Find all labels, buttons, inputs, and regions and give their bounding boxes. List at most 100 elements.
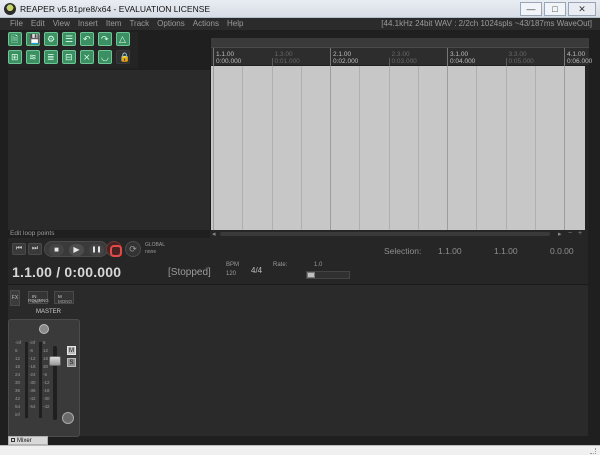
master-fx-button[interactable]: FX [10,290,20,306]
play-button[interactable]: ▶ [69,244,84,256]
menu-options[interactable]: Options [157,19,185,28]
master-fader-knob[interactable] [49,356,61,366]
time-signature[interactable]: 4/4 [251,266,262,275]
menu-actions[interactable]: Actions [193,19,219,28]
bpm-display[interactable]: BPM 120 [226,261,239,279]
redo-button[interactable]: ↷ [98,32,112,46]
play-state: [Stopped] [168,267,211,278]
menu-track[interactable]: Track [129,19,149,28]
save-project-icon: 💾 [29,34,41,44]
mixer-tab-icon [11,438,15,443]
timeline-ruler[interactable]: 1.1.00 0:00.000 2.1.00 0:02.000 3.1.00 0:0… [211,48,593,66]
lock-button[interactable]: 🔒 [116,50,130,64]
go-to-start-button[interactable]: ⏮ [12,243,26,255]
mono-button[interactable]: M MONO [54,291,74,304]
global-automation[interactable]: GLOBAL none [145,242,165,256]
window-status-strip [0,445,600,455]
menu-help[interactable]: Help [227,19,243,28]
ruler-major-label: 2.1.00 0:02.000 [333,51,359,65]
project-settings-button[interactable]: ⚙ [44,32,58,46]
maximize-button[interactable]: □ [544,2,566,16]
selection-length[interactable]: 0.0.00 [550,246,574,256]
auto-crossfade-button[interactable]: ⨯ [80,50,94,64]
selection-end[interactable]: 1.1.00 [494,246,518,256]
fader-scale: 12 [43,348,49,353]
new-project-button[interactable]: 🗎 [8,32,22,46]
menu-view[interactable]: View [53,19,70,28]
fader-scale: -30 [43,396,50,401]
level-meter [39,342,42,418]
ruler-major-label: 4.1.00 0:06.000 [567,51,593,65]
zoom-in-icon[interactable]: + [578,230,582,237]
grid-line [447,66,448,230]
master-mute-button[interactable]: M [67,346,76,355]
grid-line [330,66,331,230]
go-to-end-button[interactable]: ⏭ [28,243,42,255]
zoom-out-icon[interactable]: − [568,230,572,237]
arrange-view[interactable]: 1.1.00 0:00.000 2.1.00 0:02.000 3.1.00 0:0… [210,38,593,230]
rate-label: Rate: [273,262,288,268]
record-button[interactable] [106,241,122,257]
ruler-minor-label: 1.3.00 0:01.000 [274,51,300,65]
undo-button[interactable]: ↶ [80,32,94,46]
ripple-all-button[interactable]: ≣ [44,50,58,64]
grid-line [242,66,243,230]
stop-button[interactable]: ■ [49,244,64,256]
close-button[interactable]: ✕ [568,2,596,16]
meter-scale-left: 24 [15,372,21,377]
master-solo-button[interactable]: S [67,358,76,367]
track-manager-button[interactable]: ☰ [62,32,76,46]
repeat-toggle[interactable]: ⟳ [125,241,141,257]
ripple-edit-button[interactable]: ≋ [26,50,40,64]
meter-scale-right: -30 [29,380,36,385]
menu-insert[interactable]: Insert [78,19,98,28]
grid-line [506,66,507,230]
scroll-right-icon[interactable]: ▸ [558,230,562,238]
pause-button[interactable]: ❚❚ [89,244,104,256]
menu-edit[interactable]: Edit [31,19,45,28]
ruler-minor-label: 3.3.00 0:05.000 [508,51,534,65]
grid-line [301,66,302,230]
fader-scale: -12 [43,380,50,385]
minimize-button[interactable]: — [520,2,542,16]
new-project-icon: 🗎 [11,34,19,44]
grid-button[interactable]: ⊟ [62,50,76,64]
meter-scale-right: -36 [29,388,36,393]
ruler-region-lane[interactable] [211,38,589,48]
save-project-button[interactable]: 💾 [26,32,40,46]
rate-slider[interactable] [306,271,350,279]
grid-line [535,66,536,230]
track-control-panel[interactable] [8,70,210,230]
master-label: MASTER [36,309,62,315]
meter-scale-left: 36 [15,388,21,393]
meter-scale-left: 6 [15,348,18,353]
selection-start[interactable]: 1.1.00 [438,246,462,256]
fader-scale: -6 [43,372,48,377]
horizontal-scrollbar[interactable]: ◂ ▸ − + [210,230,588,238]
lock-icon: 🔒 [119,52,131,62]
horizontal-scroll-thumb[interactable] [220,232,550,236]
auto-crossfade-icon: ⨯ [83,52,91,62]
audio-status[interactable]: [44.1kHz 24bit WAV : 2/2ch 1024spls ~43/… [381,19,592,28]
master-power-icon[interactable] [62,412,74,424]
mixer-tab[interactable]: Mixer [8,436,48,445]
mixer-panel: FX IN OUT M MONO ROUTING MASTER -inf 6 12 1… [8,284,588,437]
scroll-left-icon[interactable]: ◂ [212,230,216,238]
arrange-grid[interactable] [211,66,585,230]
ripple-all-icon: ≣ [47,52,55,62]
time-display[interactable]: 1.1.00 / 0:00.000 [12,264,121,280]
window-title: REAPER v5.81pre8/x64 - EVALUATION LICENS… [20,4,211,14]
fader-scale: 18 [43,356,49,361]
menu-file[interactable]: File [10,19,23,28]
rate-slider-knob[interactable] [307,272,315,278]
snap-button[interactable]: ⊞ [8,50,22,64]
selection-label: Selection: [384,246,422,256]
mixer-tab-label: Mixer [17,438,32,444]
vertical-scrollbar[interactable] [585,66,589,230]
resize-grip-icon[interactable] [590,448,596,454]
menu-item[interactable]: Item [106,19,122,28]
envelope-lock-button[interactable]: ◡ [98,50,112,64]
metronome-button[interactable]: △ [116,32,130,46]
meter-scale-left: -inf [15,340,22,345]
master-pan-knob[interactable] [39,324,49,334]
